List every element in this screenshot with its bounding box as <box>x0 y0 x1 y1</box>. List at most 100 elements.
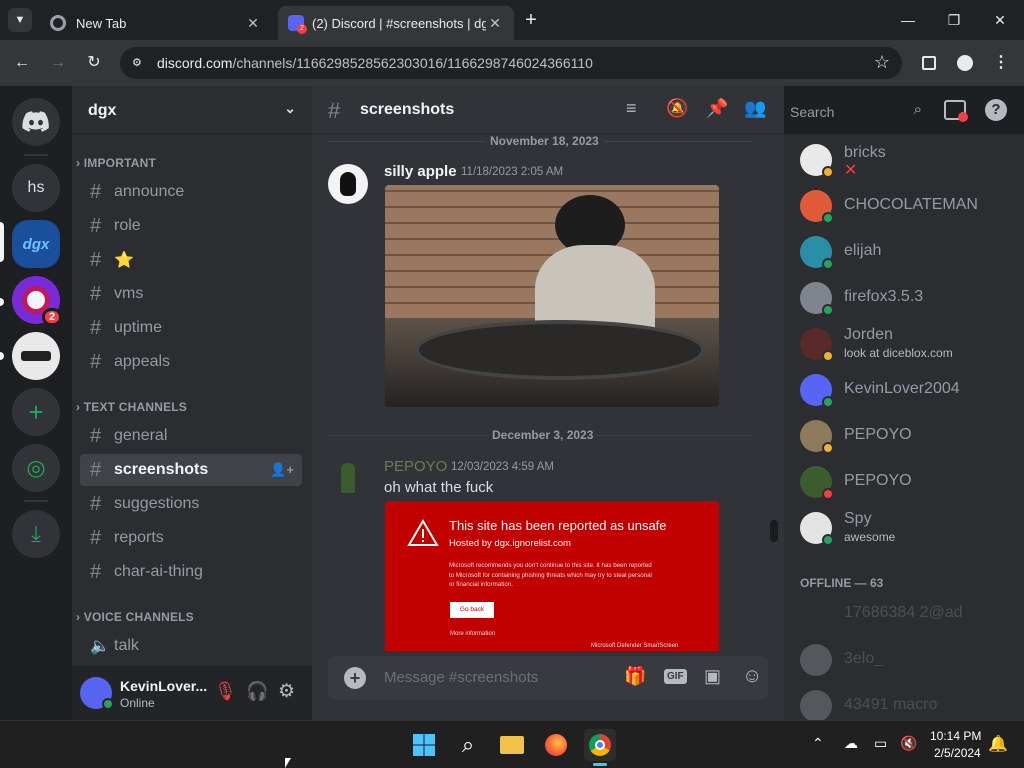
member-item[interactable]: Jorden look at diceblox.com <box>800 322 1020 366</box>
status-dot <box>822 396 834 408</box>
maximize-button[interactable]: ❐ <box>934 8 974 32</box>
discord-home-icon[interactable] <box>12 98 60 146</box>
window-close-button[interactable]: ✕ <box>980 8 1020 32</box>
username[interactable]: KevinLover... <box>120 678 207 694</box>
volume-mute-icon[interactable]: 🔇 <box>900 735 917 752</box>
attach-plus-icon[interactable]: + <box>344 667 366 689</box>
settings-gear-icon[interactable]: ⚙ <box>278 680 295 703</box>
member-item[interactable]: PEPOYO <box>800 414 1020 458</box>
server-hs[interactable]: hs <box>12 164 60 212</box>
member-name: Spy <box>844 510 872 527</box>
file-explorer-icon[interactable] <box>496 729 528 761</box>
member-item[interactable]: bricks ✕ <box>800 138 1020 182</box>
message-author[interactable]: PEPOYO <box>384 458 447 475</box>
notification-bell-icon[interactable]: 🔔 <box>988 734 1008 754</box>
gif-button[interactable]: GIF <box>664 669 687 684</box>
forward-button[interactable]: → <box>47 52 69 74</box>
server-dgx[interactable]: dgx <box>12 220 60 268</box>
sticker-icon[interactable]: ▣ <box>704 666 721 687</box>
member-item[interactable]: 3elo_ <box>800 638 1020 682</box>
member-item[interactable]: Spy awesome <box>800 506 1020 550</box>
channel-appeals[interactable]: # appeals <box>80 346 302 378</box>
add-server-icon[interactable]: + <box>12 388 60 436</box>
member-avatar <box>800 598 832 630</box>
chat-scrollbar[interactable] <box>770 520 778 542</box>
search-icon[interactable]: ⌕ <box>452 729 484 761</box>
site-info-icon[interactable]: ⚙ <box>132 56 146 70</box>
tab-search-button[interactable]: ▼ <box>8 8 32 32</box>
message-author[interactable]: silly apple <box>384 163 457 180</box>
member-item[interactable]: PEPOYO <box>800 460 1020 504</box>
close-icon[interactable]: ✕ <box>244 15 262 32</box>
hash-icon: # <box>90 282 102 305</box>
minimize-button[interactable]: — <box>888 8 928 32</box>
channel-star[interactable]: # ⭐ <box>80 244 302 276</box>
firefox-icon[interactable] <box>540 729 572 761</box>
back-button[interactable]: ← <box>11 52 33 74</box>
address-bar[interactable]: ⚙ discord.com/channels/11662985285623030… <box>120 47 902 79</box>
add-member-icon[interactable]: 👤+ <box>270 462 294 478</box>
tab-discord[interactable]: 2 (2) Discord | #screenshots | dgx ✕ <box>278 6 514 40</box>
chrome-icon[interactable] <box>584 729 616 761</box>
channel-char-ai-thing[interactable]: # char-ai-thing <box>80 556 302 588</box>
channel-vms[interactable]: # vms <box>80 278 302 310</box>
new-tab-button[interactable]: + <box>520 9 542 31</box>
cross-mark-icon: ✕ <box>844 162 858 179</box>
download-apps-icon[interactable]: ⤓ <box>12 510 60 558</box>
channel-talk[interactable]: 🔈 talk <box>80 630 302 662</box>
smartscreen-screenshot[interactable]: This site has been reported as unsafe Ho… <box>385 501 719 651</box>
message-input[interactable]: Message #screenshots <box>384 669 538 686</box>
threads-icon[interactable]: ≡ <box>626 98 637 119</box>
bookmark-star-icon[interactable]: ☆ <box>874 52 890 73</box>
channel-uptime[interactable]: # uptime <box>80 312 302 344</box>
help-icon[interactable]: ? <box>985 99 1007 121</box>
category-important[interactable]: › IMPORTANT <box>76 156 156 170</box>
headphones-icon[interactable]: 🎧 <box>246 681 268 702</box>
side-panel-icon[interactable] <box>918 52 940 74</box>
hash-icon: # <box>90 248 102 271</box>
guild-header[interactable]: dgx ⌄ <box>72 86 312 134</box>
inbox-icon[interactable] <box>944 100 968 122</box>
channel-suggestions[interactable]: # suggestions <box>80 488 302 520</box>
member-item[interactable]: 17686384 2@ad <box>800 592 1020 636</box>
windows-start-icon[interactable] <box>408 729 440 761</box>
gift-icon[interactable]: 🎁 <box>624 666 646 687</box>
clock-date[interactable]: 2/5/2024 <box>934 746 981 760</box>
chevron-up-icon[interactable]: ⌃ <box>812 735 824 752</box>
message-avatar[interactable] <box>328 458 368 498</box>
member-list-icon[interactable]: 👥 <box>744 98 766 119</box>
search-box[interactable]: Search ⌕ <box>784 98 928 124</box>
online-status-dot <box>102 698 114 710</box>
member-item[interactable]: CHOCOLATEMAN <box>800 184 1020 228</box>
category-text-channels[interactable]: › TEXT CHANNELS <box>76 400 187 414</box>
message-timestamp: 11/18/2023 2:05 AM <box>461 166 564 178</box>
display-icon[interactable]: ▭ <box>874 735 887 752</box>
category-voice-channels[interactable]: › VOICE CHANNELS <box>76 610 194 624</box>
search-input[interactable]: Search <box>790 104 834 120</box>
server-cool-cat[interactable] <box>12 332 60 380</box>
channel-title: screenshots <box>360 101 455 118</box>
member-item[interactable]: firefox3.5.3 <box>800 276 1020 320</box>
mute-microphone-icon[interactable]: 🎙 <box>214 681 237 702</box>
member-item[interactable]: elijah <box>800 230 1020 274</box>
explore-servers-icon[interactable]: ◎ <box>12 444 60 492</box>
member-item[interactable]: KevinLover2004 <box>800 368 1020 412</box>
cat-dj-gif[interactable] <box>385 185 719 407</box>
close-icon[interactable]: ✕ <box>486 15 504 32</box>
channel-role[interactable]: # role <box>80 210 302 242</box>
notification-bell-icon[interactable]: 🔕 <box>666 98 688 119</box>
network-icon[interactable]: ☁ <box>844 735 858 752</box>
message-composer[interactable]: + Message #screenshots 🎁 GIF ▣ ☺ <box>328 656 768 700</box>
channel-reports[interactable]: # reports <box>80 522 302 554</box>
reload-button[interactable]: ↻ <box>83 52 105 74</box>
tab-new-tab[interactable]: New Tab ✕ <box>40 6 272 40</box>
channel-general[interactable]: # general <box>80 420 302 452</box>
channel-screenshots[interactable]: # screenshots 👤+ <box>80 454 302 486</box>
pin-icon[interactable]: 📌 <box>706 98 728 119</box>
clock-time[interactable]: 10:14 PM <box>930 729 981 743</box>
profile-icon[interactable] <box>954 52 976 74</box>
channel-announce[interactable]: # announce <box>80 176 302 208</box>
emoji-icon[interactable]: ☺ <box>742 665 762 688</box>
menu-kebab-icon[interactable]: ⋮ <box>990 52 1012 74</box>
message-avatar[interactable] <box>328 164 368 204</box>
